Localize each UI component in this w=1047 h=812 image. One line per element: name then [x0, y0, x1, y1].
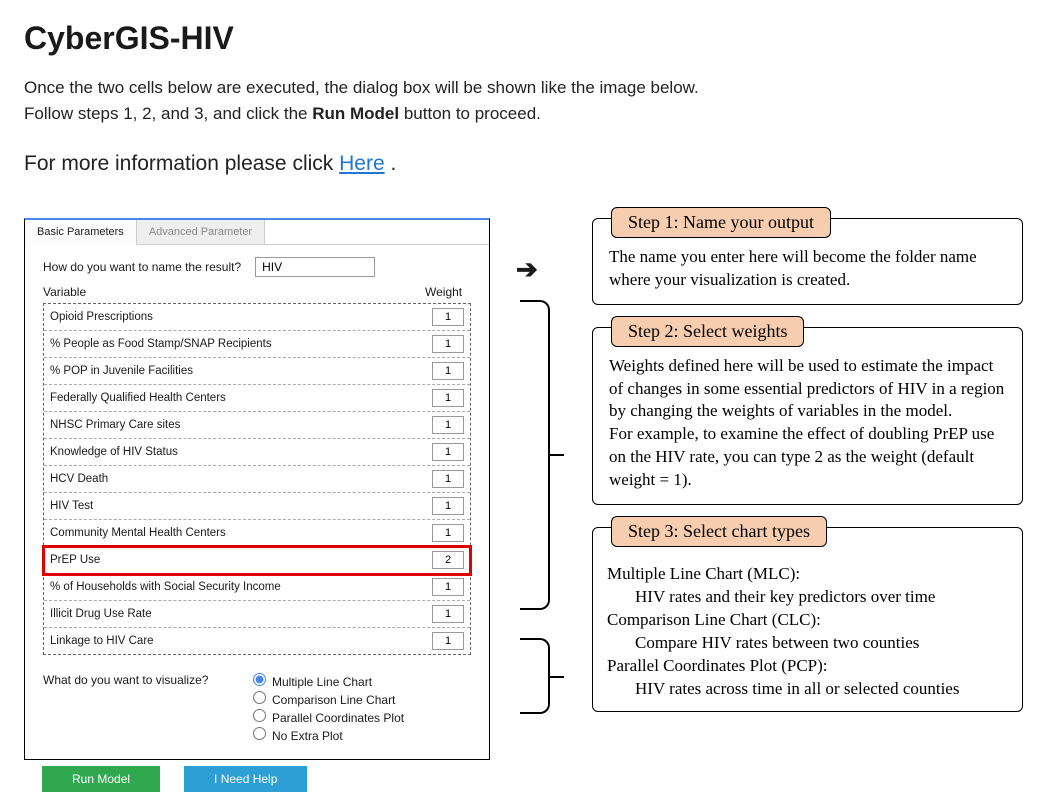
- weight-input[interactable]: [432, 470, 464, 488]
- step2-block: Step 2: Select weights Weights defined h…: [592, 327, 1023, 506]
- tab-basic-parameters[interactable]: Basic Parameters: [25, 220, 137, 245]
- tab-row: Basic Parameters Advanced Parameter: [25, 220, 489, 245]
- variable-row: % POP in Juvenile Facilities: [44, 358, 470, 385]
- variable-label: Opioid Prescriptions: [50, 311, 432, 323]
- col-header-variable: Variable: [43, 285, 425, 299]
- intro-line-2: Follow steps 1, 2, and 3, and click the …: [24, 101, 1023, 127]
- weight-input[interactable]: [432, 335, 464, 353]
- variable-label: Knowledge of HIV Status: [50, 446, 432, 458]
- here-link[interactable]: Here: [339, 152, 385, 175]
- step1-title: Step 1: Name your output: [611, 207, 831, 238]
- col-header-weight: Weight: [425, 285, 465, 299]
- variable-label: Federally Qualified Health Centers: [50, 392, 432, 404]
- variable-label: HIV Test: [50, 500, 432, 512]
- vis-option-radio[interactable]: [253, 673, 266, 686]
- variable-row: Knowledge of HIV Status: [44, 439, 470, 466]
- step2-title: Step 2: Select weights: [611, 316, 804, 347]
- tab-advanced-parameter[interactable]: Advanced Parameter: [137, 220, 265, 245]
- variable-row: Illicit Drug Use Rate: [44, 601, 470, 628]
- weight-input[interactable]: [432, 416, 464, 434]
- vis-option-radio[interactable]: [253, 709, 266, 722]
- step3-body: Multiple Line Chart (MLC): HIV rates and…: [593, 559, 1022, 711]
- weight-input[interactable]: [432, 362, 464, 380]
- weight-input[interactable]: [432, 524, 464, 542]
- variable-label: Linkage to HIV Care: [50, 635, 432, 647]
- vis-option[interactable]: No Extra Plot: [253, 727, 404, 745]
- variable-row: Opioid Prescriptions: [44, 304, 470, 331]
- bracket-charts: [520, 638, 550, 714]
- variable-row: % People as Food Stamp/SNAP Recipients: [44, 331, 470, 358]
- vis-option-radio[interactable]: [253, 727, 266, 740]
- variable-row: Community Mental Health Centers: [44, 520, 470, 547]
- visualize-options: Multiple Line ChartComparison Line Chart…: [253, 673, 404, 745]
- vis-option-radio[interactable]: [253, 691, 266, 704]
- visualize-question: What do you want to visualize?: [43, 673, 253, 687]
- variable-label: Illicit Drug Use Rate: [50, 608, 432, 620]
- weight-input[interactable]: [432, 551, 464, 569]
- variable-label: % POP in Juvenile Facilities: [50, 365, 432, 377]
- intro-line-1: Once the two cells below are executed, t…: [24, 75, 1023, 101]
- variable-row: Linkage to HIV Care: [44, 628, 470, 654]
- variable-row: HCV Death: [44, 466, 470, 493]
- step2-body: Weights defined here will be used to est…: [593, 355, 1022, 505]
- variable-label: NHSC Primary Care sites: [50, 419, 432, 431]
- weight-input[interactable]: [432, 443, 464, 461]
- arrow-icon: ➔: [516, 254, 538, 285]
- variable-row: % of Households with Social Security Inc…: [44, 574, 470, 601]
- weight-input[interactable]: [432, 578, 464, 596]
- vis-option[interactable]: Multiple Line Chart: [253, 673, 404, 691]
- parameters-dialog: Basic Parameters Advanced Parameter How …: [24, 218, 490, 760]
- variable-row: PrEP Use: [44, 547, 470, 574]
- vis-option[interactable]: Parallel Coordinates Plot: [253, 709, 404, 727]
- result-name-label: How do you want to name the result?: [43, 260, 241, 274]
- info-line: For more information please click Here .: [24, 152, 1023, 176]
- step3-block: Step 3: Select chart types Multiple Line…: [592, 527, 1023, 712]
- step1-body: The name you enter here will become the …: [593, 246, 1022, 304]
- run-model-button[interactable]: Run Model: [42, 766, 160, 792]
- variable-table: Opioid Prescriptions % People as Food Sta…: [43, 303, 471, 655]
- need-help-button[interactable]: I Need Help: [184, 766, 307, 792]
- page-title: CyberGIS-HIV: [24, 20, 1023, 57]
- variable-label: % People as Food Stamp/SNAP Recipients: [50, 338, 432, 350]
- connector-graphics: ➔: [514, 218, 568, 728]
- variable-row: Federally Qualified Health Centers: [44, 385, 470, 412]
- variable-label: HCV Death: [50, 473, 432, 485]
- variable-label: % of Households with Social Security Inc…: [50, 581, 432, 593]
- step3-title: Step 3: Select chart types: [611, 516, 827, 547]
- weight-input[interactable]: [432, 308, 464, 326]
- weight-input[interactable]: [432, 632, 464, 650]
- weight-input[interactable]: [432, 497, 464, 515]
- variable-label: PrEP Use: [50, 554, 432, 566]
- variable-row: HIV Test: [44, 493, 470, 520]
- weight-input[interactable]: [432, 605, 464, 623]
- variable-row: NHSC Primary Care sites: [44, 412, 470, 439]
- weight-input[interactable]: [432, 389, 464, 407]
- result-name-input[interactable]: [255, 257, 375, 277]
- vis-option[interactable]: Comparison Line Chart: [253, 691, 404, 709]
- bracket-weights: [520, 300, 550, 610]
- variable-label: Community Mental Health Centers: [50, 527, 432, 539]
- step1-block: Step 1: Name your output The name you en…: [592, 218, 1023, 305]
